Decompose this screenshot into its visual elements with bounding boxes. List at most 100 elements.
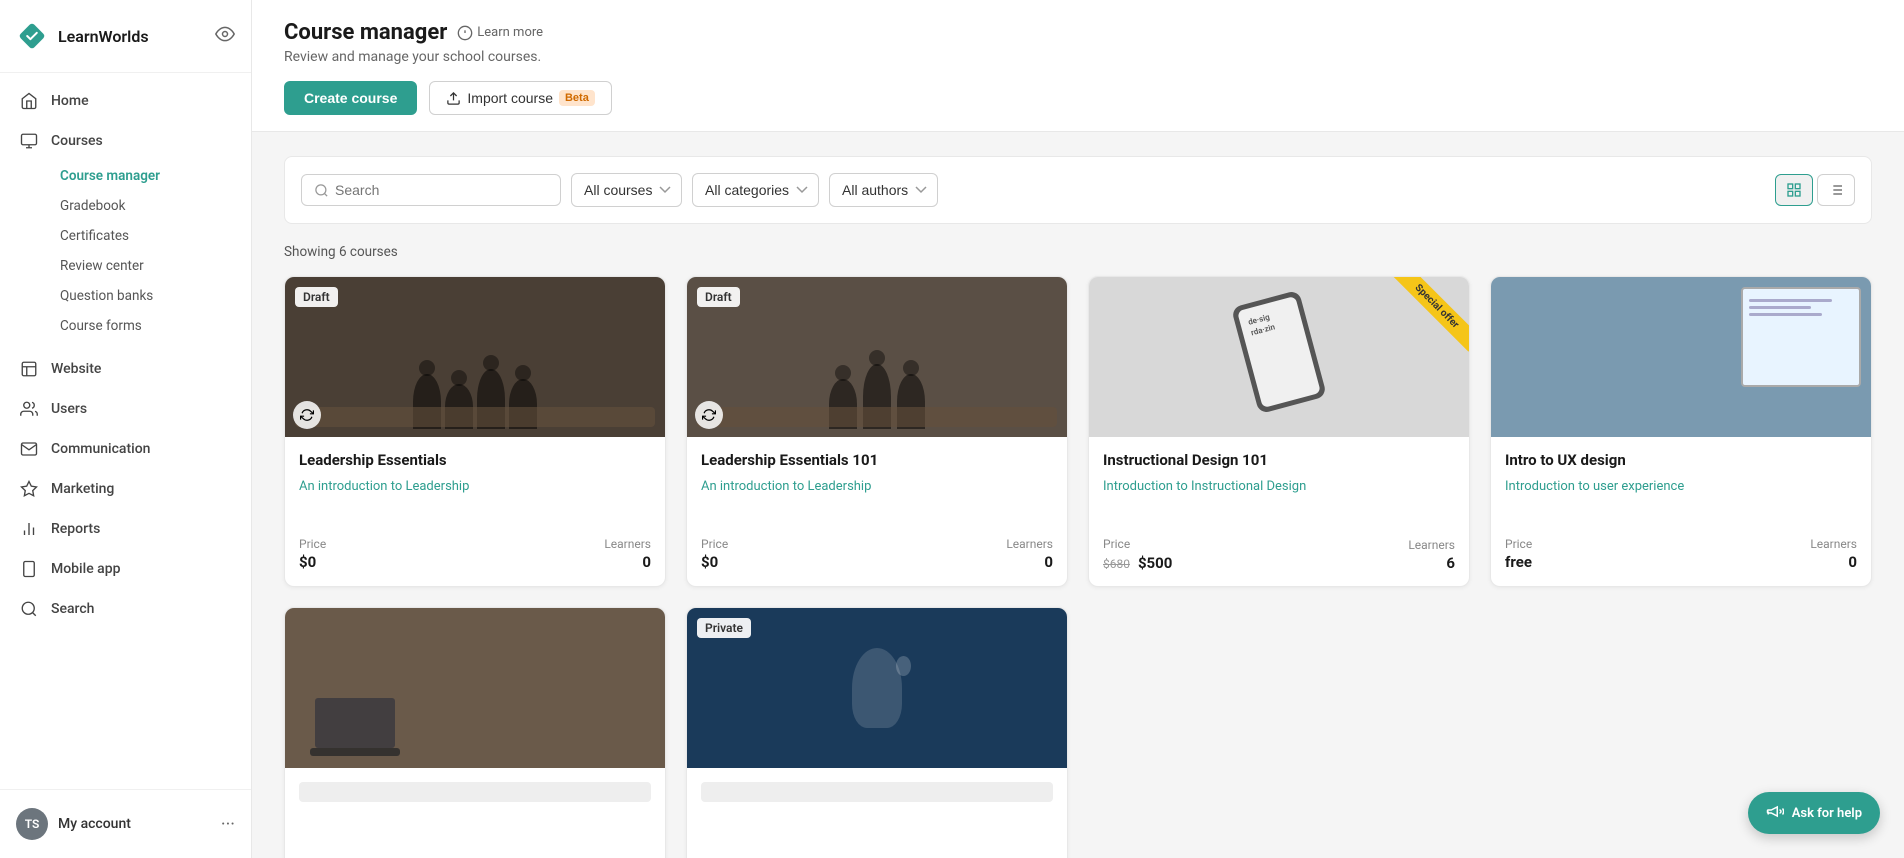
- grid-view-button[interactable]: [1775, 174, 1813, 206]
- users-icon: [19, 399, 39, 419]
- private-badge: Private: [697, 618, 751, 638]
- learn-more-link[interactable]: Learn more: [457, 25, 543, 41]
- filters-bar: All courses Published Draft Private All …: [284, 156, 1872, 224]
- course-title: [701, 782, 1053, 802]
- price-label: Price: [701, 537, 728, 551]
- courses-icon: [19, 131, 39, 151]
- showing-count: Showing 6 courses: [284, 244, 1872, 260]
- price-label: Price: [1505, 537, 1532, 551]
- course-image: [1491, 277, 1871, 437]
- sidebar-item-label-users: Users: [51, 401, 87, 417]
- sidebar-item-search[interactable]: Search: [0, 589, 251, 629]
- price-value: $0: [299, 553, 326, 571]
- sidebar-item-home[interactable]: Home: [0, 81, 251, 121]
- card-footer: Price free Learners 0: [1491, 525, 1871, 585]
- my-account-item[interactable]: TS My account ···: [0, 798, 251, 850]
- content-area: All courses Published Draft Private All …: [252, 132, 1904, 858]
- courses-filter-select[interactable]: All courses Published Draft Private: [571, 173, 682, 207]
- sidebar: LearnWorlds Home: [0, 0, 252, 858]
- sidebar-item-label-communication: Communication: [51, 441, 150, 457]
- sidebar-item-courses[interactable]: Courses: [0, 121, 251, 161]
- course-description: Introduction to Instructional Design: [1103, 477, 1455, 517]
- learn-more-label: Learn more: [477, 25, 543, 40]
- sidebar-item-course-forms[interactable]: Course forms: [48, 311, 251, 341]
- search-input[interactable]: [335, 182, 548, 198]
- sidebar-item-mobile-app[interactable]: Mobile app: [0, 549, 251, 589]
- course-image: Draft: [687, 277, 1067, 437]
- course-image: Private: [687, 608, 1067, 768]
- create-course-button[interactable]: Create course: [284, 81, 417, 115]
- course-title: [299, 782, 651, 802]
- special-offer-ribbon: [1389, 277, 1469, 357]
- sidebar-item-course-manager[interactable]: Course manager: [48, 161, 251, 191]
- card-body: Instructional Design 101 Introduction to…: [1089, 437, 1469, 517]
- card-body: [687, 768, 1067, 850]
- course-card[interactable]: Draft Leadership Essentials An introduct…: [284, 276, 666, 587]
- categories-filter-select[interactable]: All categories: [692, 173, 819, 207]
- logo-text: LearnWorlds: [58, 27, 149, 46]
- draft-badge: Draft: [697, 287, 740, 307]
- ask-help-label: Ask for help: [1792, 806, 1862, 821]
- refresh-icon[interactable]: [695, 401, 723, 429]
- course-title: Leadership Essentials 101: [701, 451, 1053, 469]
- website-icon: [19, 359, 39, 379]
- price-original: $680: [1103, 557, 1130, 571]
- course-description: [701, 810, 1053, 850]
- card-body: [285, 768, 665, 850]
- course-image: de·sigrda·zin: [1089, 277, 1469, 437]
- home-icon: [19, 91, 39, 111]
- page-subtitle: Review and manage your school courses.: [284, 49, 1872, 65]
- list-view-button[interactable]: [1817, 174, 1855, 206]
- sidebar-item-label-reports: Reports: [51, 521, 100, 537]
- sidebar-item-reports[interactable]: Reports: [0, 509, 251, 549]
- import-course-button[interactable]: Import course Beta: [429, 81, 611, 115]
- learnworlds-logo-icon: [16, 20, 48, 52]
- course-card[interactable]: Private Price — Learners —: [686, 607, 1068, 858]
- search-icon: [19, 599, 39, 619]
- card-footer: Price $680 $500 Learners 6: [1089, 525, 1469, 586]
- course-grid-row2: Price — Learners — Private: [284, 607, 1872, 858]
- learners-value: 0: [604, 553, 651, 571]
- card-body: Intro to UX design Introduction to user …: [1491, 437, 1871, 517]
- avatar: TS: [16, 808, 48, 840]
- sidebar-item-users[interactable]: Users: [0, 389, 251, 429]
- sidebar-item-review-center[interactable]: Review center: [48, 251, 251, 281]
- sidebar-item-marketing[interactable]: Marketing: [0, 469, 251, 509]
- learners-value: 0: [1006, 553, 1053, 571]
- search-input-icon: [314, 183, 329, 198]
- course-card[interactable]: Draft Leadership Essentials 101 An intro…: [686, 276, 1068, 587]
- sidebar-item-website[interactable]: Website: [0, 349, 251, 389]
- authors-filter-select[interactable]: All authors: [829, 173, 938, 207]
- search-box[interactable]: [301, 174, 561, 206]
- sidebar-item-question-banks[interactable]: Question banks: [48, 281, 251, 311]
- sidebar-item-gradebook[interactable]: Gradebook: [48, 191, 251, 221]
- sidebar-item-label-home: Home: [51, 93, 89, 109]
- sidebar-item-communication[interactable]: Communication: [0, 429, 251, 469]
- courses-subnav: Course manager Gradebook Certificates Re…: [0, 161, 251, 349]
- reports-icon: [19, 519, 39, 539]
- preview-icon[interactable]: [215, 24, 235, 48]
- view-toggle: [1775, 174, 1855, 206]
- price-value: $500: [1138, 554, 1172, 572]
- course-grid: Draft Leadership Essentials An introduct…: [284, 276, 1872, 587]
- my-account-label: My account: [58, 816, 131, 832]
- course-card[interactable]: Price — Learners —: [284, 607, 666, 858]
- draft-badge: Draft: [295, 287, 338, 307]
- sidebar-logo[interactable]: LearnWorlds: [0, 0, 251, 73]
- course-image: Draft: [285, 277, 665, 437]
- more-options-icon[interactable]: ···: [221, 814, 235, 835]
- sidebar-item-certificates[interactable]: Certificates: [48, 221, 251, 251]
- course-card[interactable]: Intro to UX design Introduction to user …: [1490, 276, 1872, 587]
- beta-badge: Beta: [559, 90, 595, 106]
- refresh-icon[interactable]: [293, 401, 321, 429]
- learners-value: 6: [1408, 554, 1455, 572]
- price-label: Price: [299, 537, 326, 551]
- card-footer: Price $0 Learners 0: [687, 525, 1067, 585]
- ask-for-help-button[interactable]: Ask for help: [1748, 792, 1880, 834]
- course-image: [285, 608, 665, 768]
- course-card[interactable]: de·sigrda·zin Instructional Design 101 I…: [1088, 276, 1470, 587]
- learners-label: Learners: [1006, 537, 1053, 551]
- price-value: $0: [701, 553, 728, 571]
- marketing-icon: [19, 479, 39, 499]
- learners-value: 0: [1810, 553, 1857, 571]
